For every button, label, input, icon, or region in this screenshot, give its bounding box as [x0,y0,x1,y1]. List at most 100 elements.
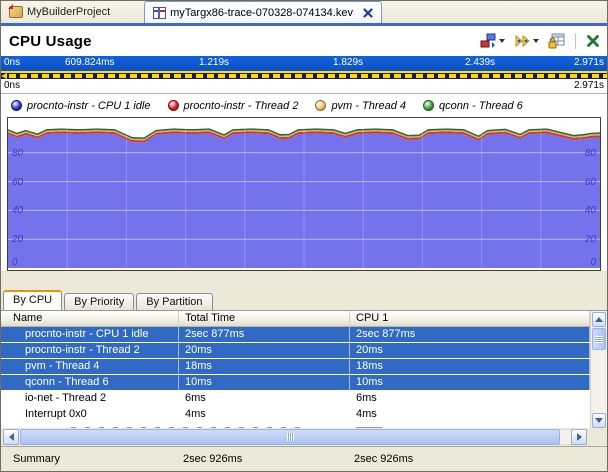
range-start-label: 0ns [4,80,20,91]
summary-total-time: 2sec 926ms [179,453,350,465]
cell-total-time: 6ms [179,391,350,406]
scroll-up-button[interactable] [592,312,606,327]
table-row[interactable]: io-net - Thread 2 6ms 6ms [1,391,590,407]
cell-name: Interrupt 0x0 [1,407,179,422]
y-axis-tick-label: 40 [585,205,596,216]
window-range-ruler[interactable]: 0ns 2.971s [1,79,607,94]
cell-cpu1: 20ms [350,343,590,358]
selection-dashes [9,74,607,78]
table-row[interactable]: pvm - Thread 4 18ms 18ms [1,359,590,375]
table-header: Name Total Time CPU 1 [1,311,590,327]
close-tab-icon[interactable] [363,8,373,18]
range-end-label: 2.971s [574,80,604,91]
event-navigator-icon [514,33,531,49]
legend-item: procnto-instr - CPU 1 idle [11,100,151,112]
ruler-tick-label: 609.824ms [65,57,114,68]
cell-total-time: 10ms [179,375,350,390]
lock-columns-icon [548,33,565,49]
chart-canvas [8,118,600,270]
ruler-tick-label: 2.971s [574,57,604,68]
legend-item: procnto-instr - Thread 2 [168,100,299,112]
legend-label: procnto-instr - Thread 2 [184,100,299,112]
result-tab-bar: By CPU By Priority By Partition [1,290,607,310]
tab-by-cpu[interactable]: By CPU [3,290,62,310]
chart-legend: procnto-instr - CPU 1 idle procnto-instr … [1,94,607,117]
cell-cpu1: 6ms [350,391,590,406]
legend-label: procnto-instr - CPU 1 idle [27,100,151,112]
cell-cpu1: 10ms [350,375,590,390]
event-navigator-button[interactable] [513,32,540,50]
cell-total-time: 4ms [179,407,350,422]
table-row[interactable]: Interrupt 0x0 4ms 4ms [1,407,590,423]
cell-name: io-net - Thread 2 [1,391,179,406]
tab-by-partition[interactable]: By Partition [136,293,212,310]
scroll-down-button[interactable] [592,413,606,428]
summary-label: Summary [1,453,179,465]
table-row[interactable]: qconn - Thread 6 10ms 10ms [1,375,590,391]
scroll-left-button[interactable] [3,429,19,445]
legend-item: qconn - Thread 6 [423,100,523,112]
pane-layout-button[interactable] [479,32,506,50]
project-icon [9,6,23,18]
summary-row: Summary 2sec 926ms 2sec 926ms [1,446,607,471]
table-row[interactable]: procnto-instr - CPU 1 idle 2sec 877ms 2s… [1,327,590,343]
tab-mybuilderproject[interactable]: MyBuilderProject [1,1,118,23]
arrow-left-icon [9,433,14,441]
dropdown-arrow-icon [533,39,539,43]
toolbar-separator [575,33,576,49]
y-axis-tick-label: 80 [12,148,23,159]
cell-name: qconn - Thread 6 [1,375,179,390]
column-header-name[interactable]: Name [1,311,179,326]
y-axis-tick-label: 60 [585,177,596,188]
panel-gap [1,271,607,290]
vertical-scroll-thumb[interactable] [592,328,606,350]
tab-by-priority[interactable]: By Priority [64,293,134,310]
pane-layout-icon [480,33,497,49]
thumb-grip [595,336,603,343]
horizontal-scroll-thumb[interactable] [20,429,560,445]
cell-name: pvm - Thread 4 [1,359,179,374]
dropdown-arrow-icon [499,39,505,43]
ruler-tick-label: 1.829s [333,57,363,68]
cell-name: procnto-instr - CPU 1 idle [1,327,179,342]
cell-name: procnto-instr - Thread 2 [1,343,179,358]
cpu-usage-chart[interactable]: 002020404060608080 [7,117,601,271]
legend-color-icon [168,100,179,111]
timeline-ruler[interactable]: 0ns 609.824ms 1.219s 1.829s 2.439s 2.971… [1,56,607,71]
cell-cpu1: 4ms [350,407,590,422]
cpu-usage-view-window: MyBuilderProject myTargx86-trace-070328-… [0,0,608,472]
tab-trace-file[interactable]: myTargx86-trace-070328-074134.kev [144,1,382,23]
tab-label: MyBuilderProject [27,6,110,18]
cell-total-time: 20ms [179,343,350,358]
table-body: procnto-instr - CPU 1 idle 2sec 877ms 2s… [1,327,590,429]
column-header-cpu1[interactable]: CPU 1 [350,311,590,326]
legend-color-icon [315,100,326,111]
close-view-button[interactable] [585,33,601,49]
y-axis-tick-label: 80 [585,148,596,159]
time-selection-strip[interactable] [1,71,607,79]
scroll-right-button[interactable] [571,429,587,445]
legend-color-icon [11,100,22,111]
horizontal-scrollbar[interactable] [1,428,607,446]
legend-label: pvm - Thread 4 [331,100,406,112]
legend-label: qconn - Thread 6 [439,100,523,112]
cell-total-time: 18ms [179,359,350,374]
ruler-tick-label: 0ns [4,57,20,68]
summary-cpu1: 2sec 926ms [350,453,607,465]
editor-tab-bar: MyBuilderProject myTargx86-trace-070328-… [1,1,607,26]
y-axis-tick-label: 0 [12,257,18,268]
column-header-total-time[interactable]: Total Time [179,311,350,326]
y-axis-tick-label: 20 [12,234,23,245]
view-toolbar [479,32,601,50]
y-axis-tick-label: 40 [12,205,23,216]
lock-columns-button[interactable] [547,32,566,50]
table-row[interactable]: procnto-instr - Thread 2 20ms 20ms [1,343,590,359]
arrow-right-icon [577,433,582,441]
arrow-down-icon [595,418,603,423]
vertical-scrollbar[interactable] [590,311,607,429]
cell-total-time: 2sec 877ms [179,327,350,342]
y-axis-tick-label: 20 [585,234,596,245]
y-axis-tick-label: 0 [590,257,596,268]
cell-cpu1: 2sec 877ms [350,327,590,342]
trace-file-icon [153,7,166,19]
